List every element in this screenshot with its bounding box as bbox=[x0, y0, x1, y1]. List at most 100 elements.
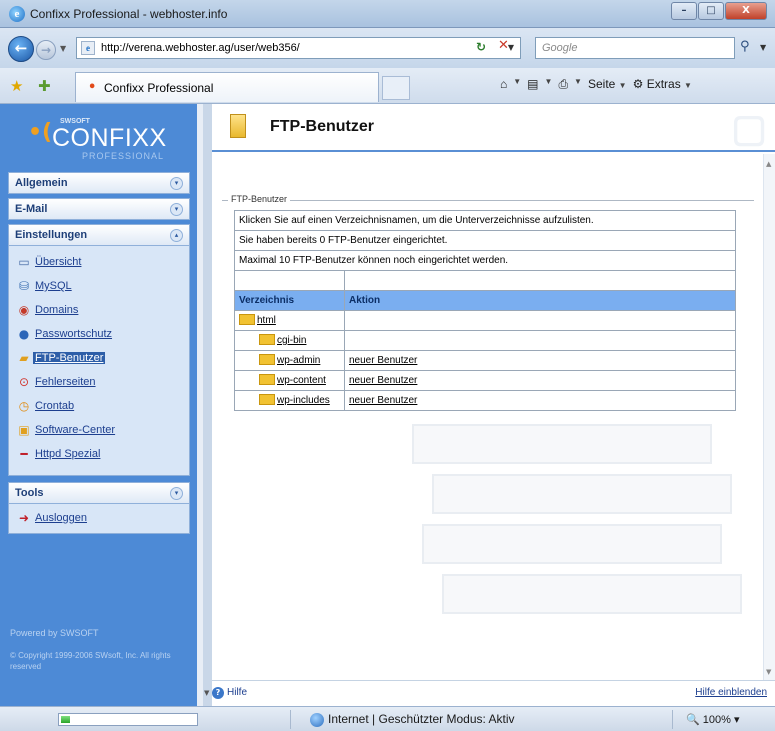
extras-menu-label: Extras bbox=[646, 77, 681, 91]
search-input[interactable]: Google bbox=[535, 37, 735, 59]
table-row: wp-admin neuer Benutzer bbox=[234, 350, 736, 371]
column-header-action: Aktion bbox=[344, 290, 736, 311]
close-button[interactable]: X bbox=[725, 2, 767, 20]
window-title: Confixx Professional - webhoster.info bbox=[30, 7, 228, 21]
new-user-link[interactable]: neuer Benutzer bbox=[349, 395, 417, 406]
chevron-down-icon[interactable]: ▾ bbox=[170, 203, 183, 216]
home-icon[interactable]: ⌂ bbox=[500, 77, 507, 92]
logo-subtitle: PROFESSIONAL bbox=[82, 151, 165, 161]
sidebar-scrollbar[interactable] bbox=[197, 104, 203, 706]
history-dropdown-icon[interactable]: ▼ bbox=[60, 44, 66, 53]
window-titlebar[interactable]: e Confixx Professional - webhoster.info … bbox=[0, 0, 775, 28]
zoom-value: 100% bbox=[702, 714, 731, 726]
extras-menu[interactable]: ⚙ Extras ▼ bbox=[633, 77, 692, 92]
panel-allgemein-label: Allgemein bbox=[15, 177, 68, 189]
directory-link[interactable]: wp-content bbox=[277, 375, 326, 386]
table-row: cgi-bin bbox=[234, 330, 736, 351]
show-help-link[interactable]: Hilfe einblenden bbox=[695, 687, 767, 698]
directory-link[interactable]: cgi-bin bbox=[277, 335, 306, 346]
background-decoration bbox=[392, 414, 752, 634]
sidebar-item-label[interactable]: MySQL bbox=[35, 280, 72, 292]
panel-tools-label: Tools bbox=[15, 487, 44, 499]
lock-icon: ● bbox=[18, 327, 30, 341]
sidebar-item-label[interactable]: Fehlerseiten bbox=[35, 376, 96, 388]
refresh-icon[interactable]: ↻ bbox=[476, 40, 486, 54]
tab-confixx[interactable]: • Confixx Professional bbox=[75, 72, 379, 102]
sidebar-item-label[interactable]: Httpd Spezial bbox=[35, 448, 100, 460]
sidebar-item-label[interactable]: Crontab bbox=[35, 400, 74, 412]
minimize-button[interactable]: – bbox=[671, 2, 697, 20]
action-cell bbox=[344, 310, 736, 331]
print-dropdown-icon[interactable]: ▼ bbox=[574, 77, 582, 92]
sidebar: •( SWSOFT CONFIXX PROFESSIONAL Allgemein… bbox=[0, 104, 203, 706]
globe-icon bbox=[310, 712, 324, 727]
globe-icon: ◉ bbox=[18, 303, 30, 317]
confixx-tab-icon: • bbox=[88, 80, 97, 95]
error-page-icon: ⊙ bbox=[18, 375, 30, 389]
progress-fill bbox=[61, 716, 70, 723]
security-zone[interactable]: Internet | Geschützter Modus: Aktiv bbox=[310, 712, 515, 727]
chevron-up-icon[interactable]: ▴ bbox=[170, 229, 183, 242]
table-row: html bbox=[234, 310, 736, 331]
stop-icon[interactable]: ✕ bbox=[498, 38, 509, 53]
ftp-folder-icon bbox=[230, 114, 246, 138]
zoom-level[interactable]: 🔍 100% ▾ bbox=[686, 713, 739, 726]
panel-einstellungen-label: Einstellungen bbox=[15, 229, 88, 241]
sidebar-item-label[interactable]: Übersicht bbox=[35, 256, 81, 268]
search-icon[interactable]: ⚲ bbox=[740, 39, 750, 54]
ftp-folder-icon: ▰ bbox=[19, 351, 29, 365]
scroll-up-icon[interactable]: ▲ bbox=[766, 160, 771, 168]
database-icon: ⛁ bbox=[18, 279, 30, 293]
feeds-dropdown-icon[interactable]: ▼ bbox=[545, 77, 553, 92]
page-icon: ▭ bbox=[18, 255, 30, 269]
sidebar-item-label[interactable]: Passwortschutz bbox=[35, 328, 112, 340]
back-button[interactable]: ← bbox=[8, 36, 34, 62]
table-row: wp-includes neuer Benutzer bbox=[234, 390, 736, 411]
address-toolbar: ← → ▼ e http://verena.webhoster.ag/user/… bbox=[0, 28, 775, 68]
page-menu[interactable]: Seite ▼ bbox=[588, 77, 627, 92]
directory-link[interactable]: wp-includes bbox=[277, 395, 330, 406]
folder-icon bbox=[259, 393, 275, 405]
panel-email[interactable]: E-Mail ▾ bbox=[8, 198, 190, 220]
folder-icon bbox=[259, 333, 275, 345]
panel-einstellungen[interactable]: Einstellungen ▴ bbox=[8, 224, 190, 246]
panel-allgemein[interactable]: Allgemein ▾ bbox=[8, 172, 190, 194]
panel-tools[interactable]: Tools ▾ bbox=[8, 482, 190, 504]
directory-link[interactable]: html bbox=[257, 315, 276, 326]
status-separator bbox=[672, 710, 673, 729]
search-dropdown-icon[interactable]: ▼ bbox=[760, 43, 766, 52]
home-dropdown-icon[interactable]: ▼ bbox=[513, 77, 521, 92]
new-user-link[interactable]: neuer Benutzer bbox=[349, 355, 417, 366]
help-bar: ▼ ? Hilfe Hilfe einblenden bbox=[204, 680, 775, 706]
content-header: FTP-Benutzer ▢ bbox=[212, 104, 775, 152]
main-content: FTP-Benutzer ▢ FTP-Benutzer Klicken Sie … bbox=[204, 104, 775, 706]
add-favorites-icon[interactable]: ✚ bbox=[38, 77, 51, 95]
info-line: Klicken Sie auf einen Verzeichnisnamen, … bbox=[234, 210, 736, 231]
column-header-directory: Verzeichnis bbox=[234, 290, 345, 311]
sidebar-item-label[interactable]: Software-Center bbox=[35, 424, 115, 436]
help-button[interactable]: ? Hilfe bbox=[212, 687, 247, 699]
sidebar-item-label[interactable]: Domains bbox=[35, 304, 78, 316]
chevron-down-icon[interactable]: ▾ bbox=[170, 487, 183, 500]
new-user-link[interactable]: neuer Benutzer bbox=[349, 375, 417, 386]
sidebar-item-label[interactable]: Ausloggen bbox=[35, 512, 87, 524]
copyright: © Copyright 1999-2006 SWsoft, Inc. All r… bbox=[10, 651, 171, 671]
scroll-down-icon[interactable]: ▼ bbox=[766, 668, 771, 676]
new-tab-button[interactable] bbox=[382, 76, 410, 100]
command-bar: ⌂ ▼ ▤ ▼ ⎙ ▼ Seite ▼ ⚙ Extras ▼ bbox=[500, 77, 692, 92]
content-scrollbar[interactable]: ▲ ▼ bbox=[763, 154, 775, 680]
ie-logo-icon: e bbox=[9, 6, 25, 22]
help-dropdown-icon[interactable]: ▼ bbox=[204, 689, 209, 697]
address-url[interactable]: http://verena.webhoster.ag/user/web356/ bbox=[101, 42, 300, 54]
maximize-button[interactable]: □ bbox=[698, 2, 724, 20]
progress-bar bbox=[58, 713, 198, 726]
print-icon[interactable]: ⎙ bbox=[558, 77, 568, 92]
sidebar-item-label[interactable]: FTP-Benutzer bbox=[33, 352, 106, 364]
feeds-icon[interactable]: ▤ bbox=[527, 77, 538, 92]
forward-button[interactable]: → bbox=[36, 40, 56, 60]
favorites-star-icon[interactable]: ★ bbox=[10, 77, 23, 95]
address-input[interactable]: e http://verena.webhoster.ag/user/web356… bbox=[76, 37, 521, 59]
directory-link[interactable]: wp-admin bbox=[277, 355, 320, 366]
ftp-fieldset bbox=[222, 200, 754, 201]
chevron-down-icon[interactable]: ▾ bbox=[170, 177, 183, 190]
